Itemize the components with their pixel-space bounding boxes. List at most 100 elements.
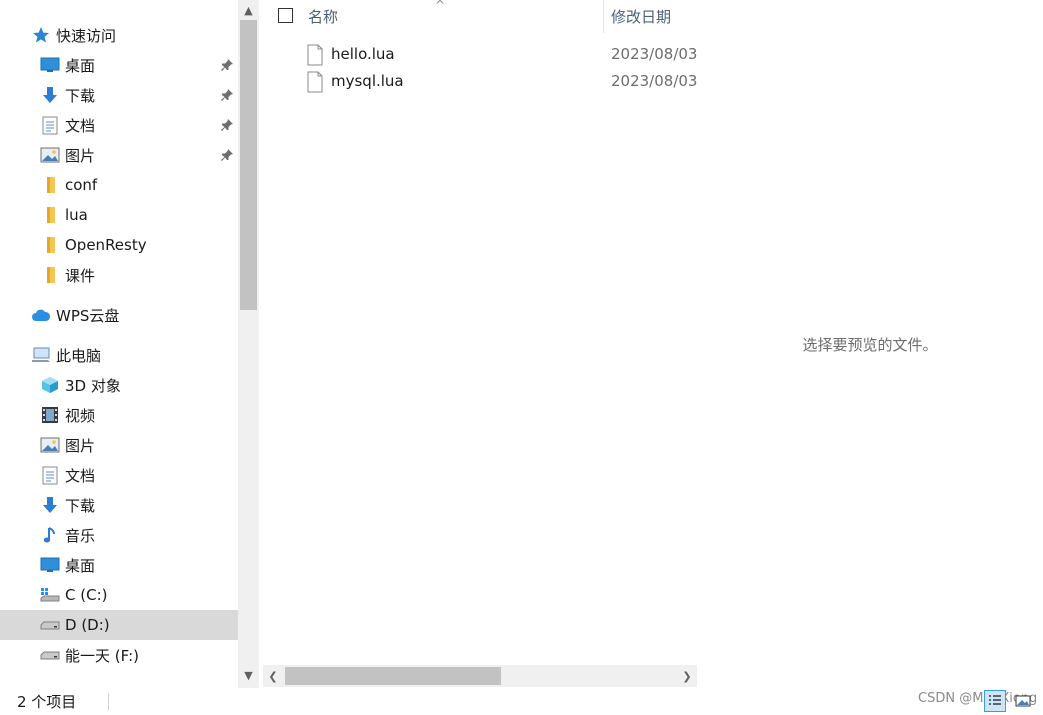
picture-icon — [40, 145, 60, 165]
folder-icon — [40, 205, 60, 225]
nav-item-videos[interactable]: 视频 — [0, 400, 238, 430]
file-modified-date: 2023/08/03 — [611, 45, 698, 63]
drive-icon — [40, 615, 60, 635]
nav-quick-access-label: 快速访问 — [56, 26, 117, 45]
nav-item-drive-d[interactable]: D (D:) — [0, 610, 238, 640]
picture-icon — [40, 435, 60, 455]
nav-item-label: 课件 — [65, 266, 96, 285]
nav-item-documents[interactable]: 文档 — [0, 110, 238, 140]
file-icon — [307, 44, 323, 66]
nav-item-label: 视频 — [65, 406, 96, 425]
column-header-date[interactable]: 修改日期 — [611, 0, 697, 33]
preview-empty-message: 选择要预览的文件。 — [802, 336, 938, 354]
pin-icon — [221, 89, 233, 101]
folder-icon — [40, 265, 60, 285]
nav-item-label: 文档 — [65, 466, 96, 485]
pin-icon — [221, 119, 233, 131]
nav-vertical-scrollbar[interactable]: ▲ ▼ — [238, 0, 259, 688]
nav-item-label: 文档 — [65, 116, 96, 135]
nav-item-label: 能一天 (F:) — [65, 646, 139, 665]
details-view-icon — [989, 695, 1001, 705]
nav-this-pc[interactable]: 此电脑 — [0, 340, 238, 370]
system-drive-icon — [40, 585, 60, 605]
pin-icon — [221, 149, 233, 161]
nav-item-label: 下载 — [65, 86, 96, 105]
nav-item-drive-f[interactable]: 能一天 (F:) — [0, 640, 238, 670]
file-row[interactable]: hello.lua 2023/08/03 — [263, 41, 697, 68]
status-divider — [108, 693, 109, 710]
folder-icon — [40, 235, 60, 255]
scroll-left-arrow-icon[interactable]: ❮ — [263, 666, 283, 686]
navigation-pane: 快速访问 桌面 下载 文档 图片 conf lua OpenResty 课件 W… — [0, 0, 238, 688]
nav-item-pictures[interactable]: 图片 — [0, 140, 238, 170]
star-icon — [31, 25, 51, 45]
nav-item-courseware[interactable]: 课件 — [0, 260, 238, 290]
nav-this-pc-label: 此电脑 — [56, 346, 102, 365]
scrollbar-thumb[interactable] — [285, 667, 501, 685]
details-view-button[interactable] — [984, 690, 1006, 712]
cloud-icon — [31, 305, 51, 325]
nav-item-label: 桌面 — [65, 56, 96, 75]
item-count: 2 个项目 — [17, 693, 77, 711]
status-bar: 2 个项目 CSDN @MeBXiong — [0, 688, 1043, 715]
large-icons-view-icon — [1015, 695, 1031, 707]
nav-item-openresty[interactable]: OpenResty — [0, 230, 238, 260]
file-list: ^ 名称 修改日期 hello.lua 2023/08/03 mysql.lua… — [263, 0, 697, 688]
pin-icon — [221, 59, 233, 71]
nav-item-label: 音乐 — [65, 526, 96, 545]
select-all-checkbox[interactable] — [278, 8, 293, 23]
nav-item-downloads[interactable]: 下载 — [0, 80, 238, 110]
nav-item-label: 图片 — [65, 436, 96, 455]
file-name: mysql.lua — [331, 72, 404, 90]
desktop-icon — [40, 55, 60, 75]
nav-item-label: 桌面 — [65, 556, 96, 575]
nav-item-conf[interactable]: conf — [0, 170, 238, 200]
cube-3d-icon — [40, 375, 60, 395]
document-icon — [40, 115, 60, 135]
nav-item-label: C (C:) — [65, 586, 108, 604]
nav-item-lua[interactable]: lua — [0, 200, 238, 230]
film-icon — [40, 405, 60, 425]
nav-item-label: conf — [65, 176, 98, 194]
large-icons-view-button[interactable] — [1012, 690, 1034, 712]
computer-icon — [31, 345, 51, 365]
nav-wps-cloud-label: WPS云盘 — [56, 306, 120, 325]
scroll-down-arrow-icon[interactable]: ▼ — [238, 665, 259, 685]
file-modified-date: 2023/08/03 — [611, 72, 698, 90]
column-header-name[interactable]: 名称 — [308, 0, 598, 33]
desktop-icon — [40, 555, 60, 575]
download-arrow-icon — [40, 85, 60, 105]
scroll-up-arrow-icon[interactable]: ▲ — [238, 0, 259, 20]
nav-item-drive-c[interactable]: C (C:) — [0, 580, 238, 610]
nav-wps-cloud[interactable]: WPS云盘 — [0, 300, 238, 330]
music-note-icon — [40, 525, 60, 545]
file-icon — [307, 71, 323, 93]
nav-item-pc-downloads[interactable]: 下载 — [0, 490, 238, 520]
document-icon — [40, 465, 60, 485]
nav-item-label: 3D 对象 — [65, 376, 121, 395]
nav-item-pc-documents[interactable]: 文档 — [0, 460, 238, 490]
nav-item-label: lua — [65, 206, 88, 224]
nav-item-label: 图片 — [65, 146, 96, 165]
file-name: hello.lua — [331, 45, 395, 63]
column-header-name-label: 名称 — [308, 8, 339, 26]
column-divider[interactable] — [603, 0, 604, 33]
folder-icon — [40, 175, 60, 195]
nav-item-label: 下载 — [65, 496, 96, 515]
download-arrow-icon — [40, 495, 60, 515]
nav-quick-access[interactable]: 快速访问 — [0, 20, 238, 50]
nav-item-desktop[interactable]: 桌面 — [0, 50, 238, 80]
nav-item-label: D (D:) — [65, 616, 110, 634]
nav-item-label: OpenResty — [65, 236, 147, 254]
file-list-horizontal-scrollbar[interactable]: ❮ ❯ — [263, 665, 697, 687]
drive-icon — [40, 645, 60, 665]
nav-item-pc-desktop[interactable]: 桌面 — [0, 550, 238, 580]
nav-item-music[interactable]: 音乐 — [0, 520, 238, 550]
scrollbar-thumb[interactable] — [240, 20, 257, 310]
nav-item-pc-pictures[interactable]: 图片 — [0, 430, 238, 460]
preview-pane: 选择要预览的文件。 — [697, 0, 1043, 688]
scroll-right-arrow-icon[interactable]: ❯ — [677, 666, 697, 686]
column-header-date-label: 修改日期 — [611, 8, 672, 26]
file-row[interactable]: mysql.lua 2023/08/03 — [263, 68, 697, 95]
nav-item-3d-objects[interactable]: 3D 对象 — [0, 370, 238, 400]
